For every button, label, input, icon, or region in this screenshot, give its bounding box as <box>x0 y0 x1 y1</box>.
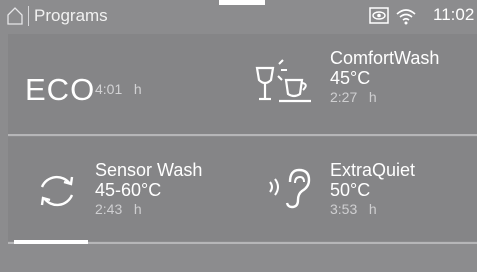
home-icon[interactable] <box>6 6 24 25</box>
program-temperature: 45°C <box>330 68 371 88</box>
program-name: Sensor Wash <box>95 160 203 180</box>
program-name: ExtraQuiet <box>330 160 416 180</box>
program-temperature: 45-60°C <box>95 180 162 200</box>
glass-cup-icon <box>255 59 311 103</box>
program-duration: 3:53 h <box>330 201 377 217</box>
eye-badge-icon <box>369 7 389 24</box>
program-name: ECO <box>25 72 96 107</box>
program-duration: 2:43 h <box>95 201 142 217</box>
wifi-icon <box>396 9 416 25</box>
program-info: ExtraQuiet 50°C 3:53 h <box>330 160 415 218</box>
program-info: ComfortWash 45°C 2:27 h <box>330 48 439 106</box>
cycle-arrows-icon <box>40 175 74 207</box>
row-divider <box>8 134 477 136</box>
program-duration: 2:27 h <box>330 89 377 105</box>
clock: 11:02 <box>433 5 475 24</box>
ear-icon <box>269 168 311 209</box>
program-temperature: 50°C <box>330 180 371 200</box>
header-separator <box>28 6 29 26</box>
page-title: Programs <box>34 6 108 25</box>
program-duration: 4:01 h <box>95 81 142 97</box>
program-info: Sensor Wash 45-60°C 2:43 h <box>95 160 202 218</box>
page-indicator <box>14 240 88 244</box>
top-scroll-indicator <box>219 0 265 5</box>
program-name: ComfortWash <box>330 48 440 68</box>
top-bar: Programs 11:02 <box>0 0 477 33</box>
